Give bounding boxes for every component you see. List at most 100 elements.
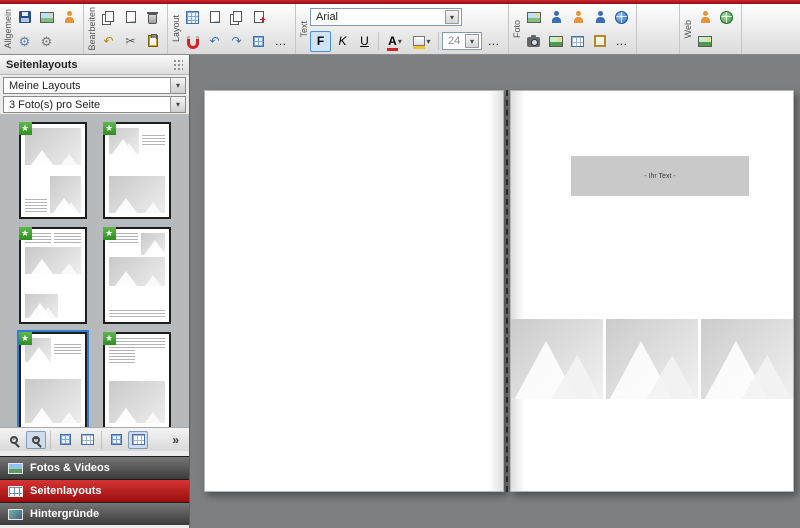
send-backward-button[interactable] <box>226 7 247 28</box>
sidebar-item-hintergruende[interactable]: Hintergründe <box>0 502 189 525</box>
layout-thumbnail[interactable]: ★ <box>103 122 171 219</box>
save-button[interactable] <box>14 7 35 28</box>
text-frame <box>109 310 165 319</box>
highlight-color-icon <box>413 36 425 46</box>
photo-icon <box>527 12 541 23</box>
highlight-color-button[interactable]: ▾ <box>409 31 435 52</box>
chevron-down-icon[interactable]: ▾ <box>170 78 185 93</box>
bring-forward-icon <box>210 11 220 23</box>
zoom-in-thumbs-button[interactable]: + <box>26 431 46 449</box>
share-button[interactable] <box>589 7 610 28</box>
expand-toolbar-button[interactable]: » <box>166 432 185 448</box>
cut-button[interactable]: ✂ <box>120 31 141 52</box>
chevron-down-icon[interactable]: ▾ <box>465 34 479 48</box>
photo-add-button[interactable] <box>545 31 566 52</box>
web-globe-button[interactable] <box>716 7 737 28</box>
separator <box>50 431 51 449</box>
paste-icon <box>148 35 158 47</box>
photos-per-page-select[interactable]: 3 Foto(s) pro Seite ▾ <box>3 96 186 113</box>
photo-add-icon <box>549 36 563 47</box>
drag-handle-icon[interactable] <box>173 59 183 71</box>
slideshow-button[interactable] <box>58 7 79 28</box>
font-family-select[interactable]: Arial ▾ <box>310 8 462 26</box>
group-label-foto: Foto <box>511 20 523 38</box>
undo-icon: ↶ <box>103 35 113 47</box>
layout-more-button[interactable]: … <box>270 31 291 52</box>
sidebar-item-fotos-videos[interactable]: Fotos & Videos <box>0 456 189 479</box>
person-add-button[interactable] <box>545 7 566 28</box>
panel-title: Seitenlayouts <box>6 59 78 71</box>
preferences-button[interactable]: ⚙ <box>36 31 57 52</box>
group-label-text: Text <box>298 21 310 38</box>
photo-placeholder[interactable] <box>701 319 793 399</box>
rotate-right-button[interactable]: ↷ <box>226 31 247 52</box>
nav-label: Seitenlayouts <box>30 485 102 497</box>
small-grid-button[interactable] <box>248 31 269 52</box>
more-icon: … <box>488 35 500 47</box>
favorite-star-icon: ★ <box>103 122 116 135</box>
camera-button[interactable] <box>523 31 544 52</box>
web-upload-button[interactable] <box>694 7 715 28</box>
favorite-star-icon: ★ <box>19 332 32 345</box>
binding-line <box>506 90 508 492</box>
layout-thumbnail[interactable]: ★ <box>19 227 87 324</box>
group-label-allgemein: Allgemein <box>2 9 14 49</box>
add-page-button[interactable] <box>248 7 269 28</box>
web-order-button[interactable] <box>694 31 715 52</box>
undo-button[interactable]: ↶ <box>98 31 119 52</box>
globe-button[interactable] <box>611 7 632 28</box>
rotate-left-button[interactable]: ↶ <box>204 31 225 52</box>
table-button[interactable] <box>567 31 588 52</box>
settings-button[interactable]: ⚙ <box>14 31 35 52</box>
people-button[interactable] <box>567 7 588 28</box>
layout-thumbnail-selected[interactable]: ★ <box>19 332 87 427</box>
sidebar-item-seitenlayouts[interactable]: Seitenlayouts <box>0 479 189 502</box>
delete-button[interactable] <box>142 7 163 28</box>
photo-button[interactable] <box>523 7 544 28</box>
chevron-down-icon[interactable]: ▾ <box>170 97 185 112</box>
photo-placeholder[interactable] <box>511 319 603 399</box>
layout-set-select[interactable]: Meine Layouts ▾ <box>3 77 186 94</box>
view-grid-4-button[interactable] <box>128 431 148 449</box>
copy-button[interactable] <box>98 7 119 28</box>
layout-thumbnail[interactable]: ★ <box>19 122 87 219</box>
bring-forward-button[interactable] <box>204 7 225 28</box>
layout-thumbnail[interactable]: ★ <box>103 332 171 427</box>
font-color-button[interactable]: A▾ <box>382 31 408 52</box>
separator <box>101 431 102 449</box>
photo-frame <box>141 233 165 255</box>
photo-frame <box>25 379 81 423</box>
editor-canvas[interactable]: - Ihr Text - <box>190 55 800 528</box>
layout-thumbnail[interactable]: ★ <box>103 227 171 324</box>
photo-frame <box>25 294 59 318</box>
foto-more-button[interactable]: … <box>611 31 632 52</box>
page-right[interactable]: - Ihr Text - <box>510 90 794 492</box>
chevron-down-icon[interactable]: ▾ <box>445 10 459 24</box>
bold-button[interactable]: F <box>310 31 331 52</box>
person-add-icon <box>550 11 562 23</box>
photobook-app: Allgemein ⚙ ⚙ Bearbeiten <box>0 0 800 528</box>
zoom-out-thumbs-button[interactable]: - <box>4 431 24 449</box>
font-size-select[interactable]: 24 ▾ <box>442 32 482 50</box>
paste-button[interactable] <box>142 31 163 52</box>
frame-button[interactable] <box>589 31 610 52</box>
text-placeholder[interactable]: - Ihr Text - <box>571 156 749 196</box>
frame-icon <box>594 35 606 47</box>
font-size-value: 24 <box>448 35 460 47</box>
view-grid-3-button[interactable] <box>106 431 126 449</box>
mountains-icon <box>606 319 698 399</box>
text-frame <box>54 233 81 245</box>
page-left[interactable] <box>204 90 504 492</box>
underline-button[interactable]: U <box>354 31 375 52</box>
new-page-button[interactable] <box>120 7 141 28</box>
open-photos-button[interactable] <box>36 7 57 28</box>
snap-button[interactable] <box>182 31 203 52</box>
chevron-down-icon: ▾ <box>398 37 402 46</box>
view-grid-1-button[interactable] <box>55 431 75 449</box>
photo-placeholder[interactable] <box>606 319 698 399</box>
italic-button[interactable]: K <box>332 31 353 52</box>
layout-grid-button[interactable] <box>182 7 203 28</box>
text-more-button[interactable]: … <box>483 31 504 52</box>
favorite-star-icon: ★ <box>19 227 32 240</box>
view-grid-2-button[interactable] <box>77 431 97 449</box>
